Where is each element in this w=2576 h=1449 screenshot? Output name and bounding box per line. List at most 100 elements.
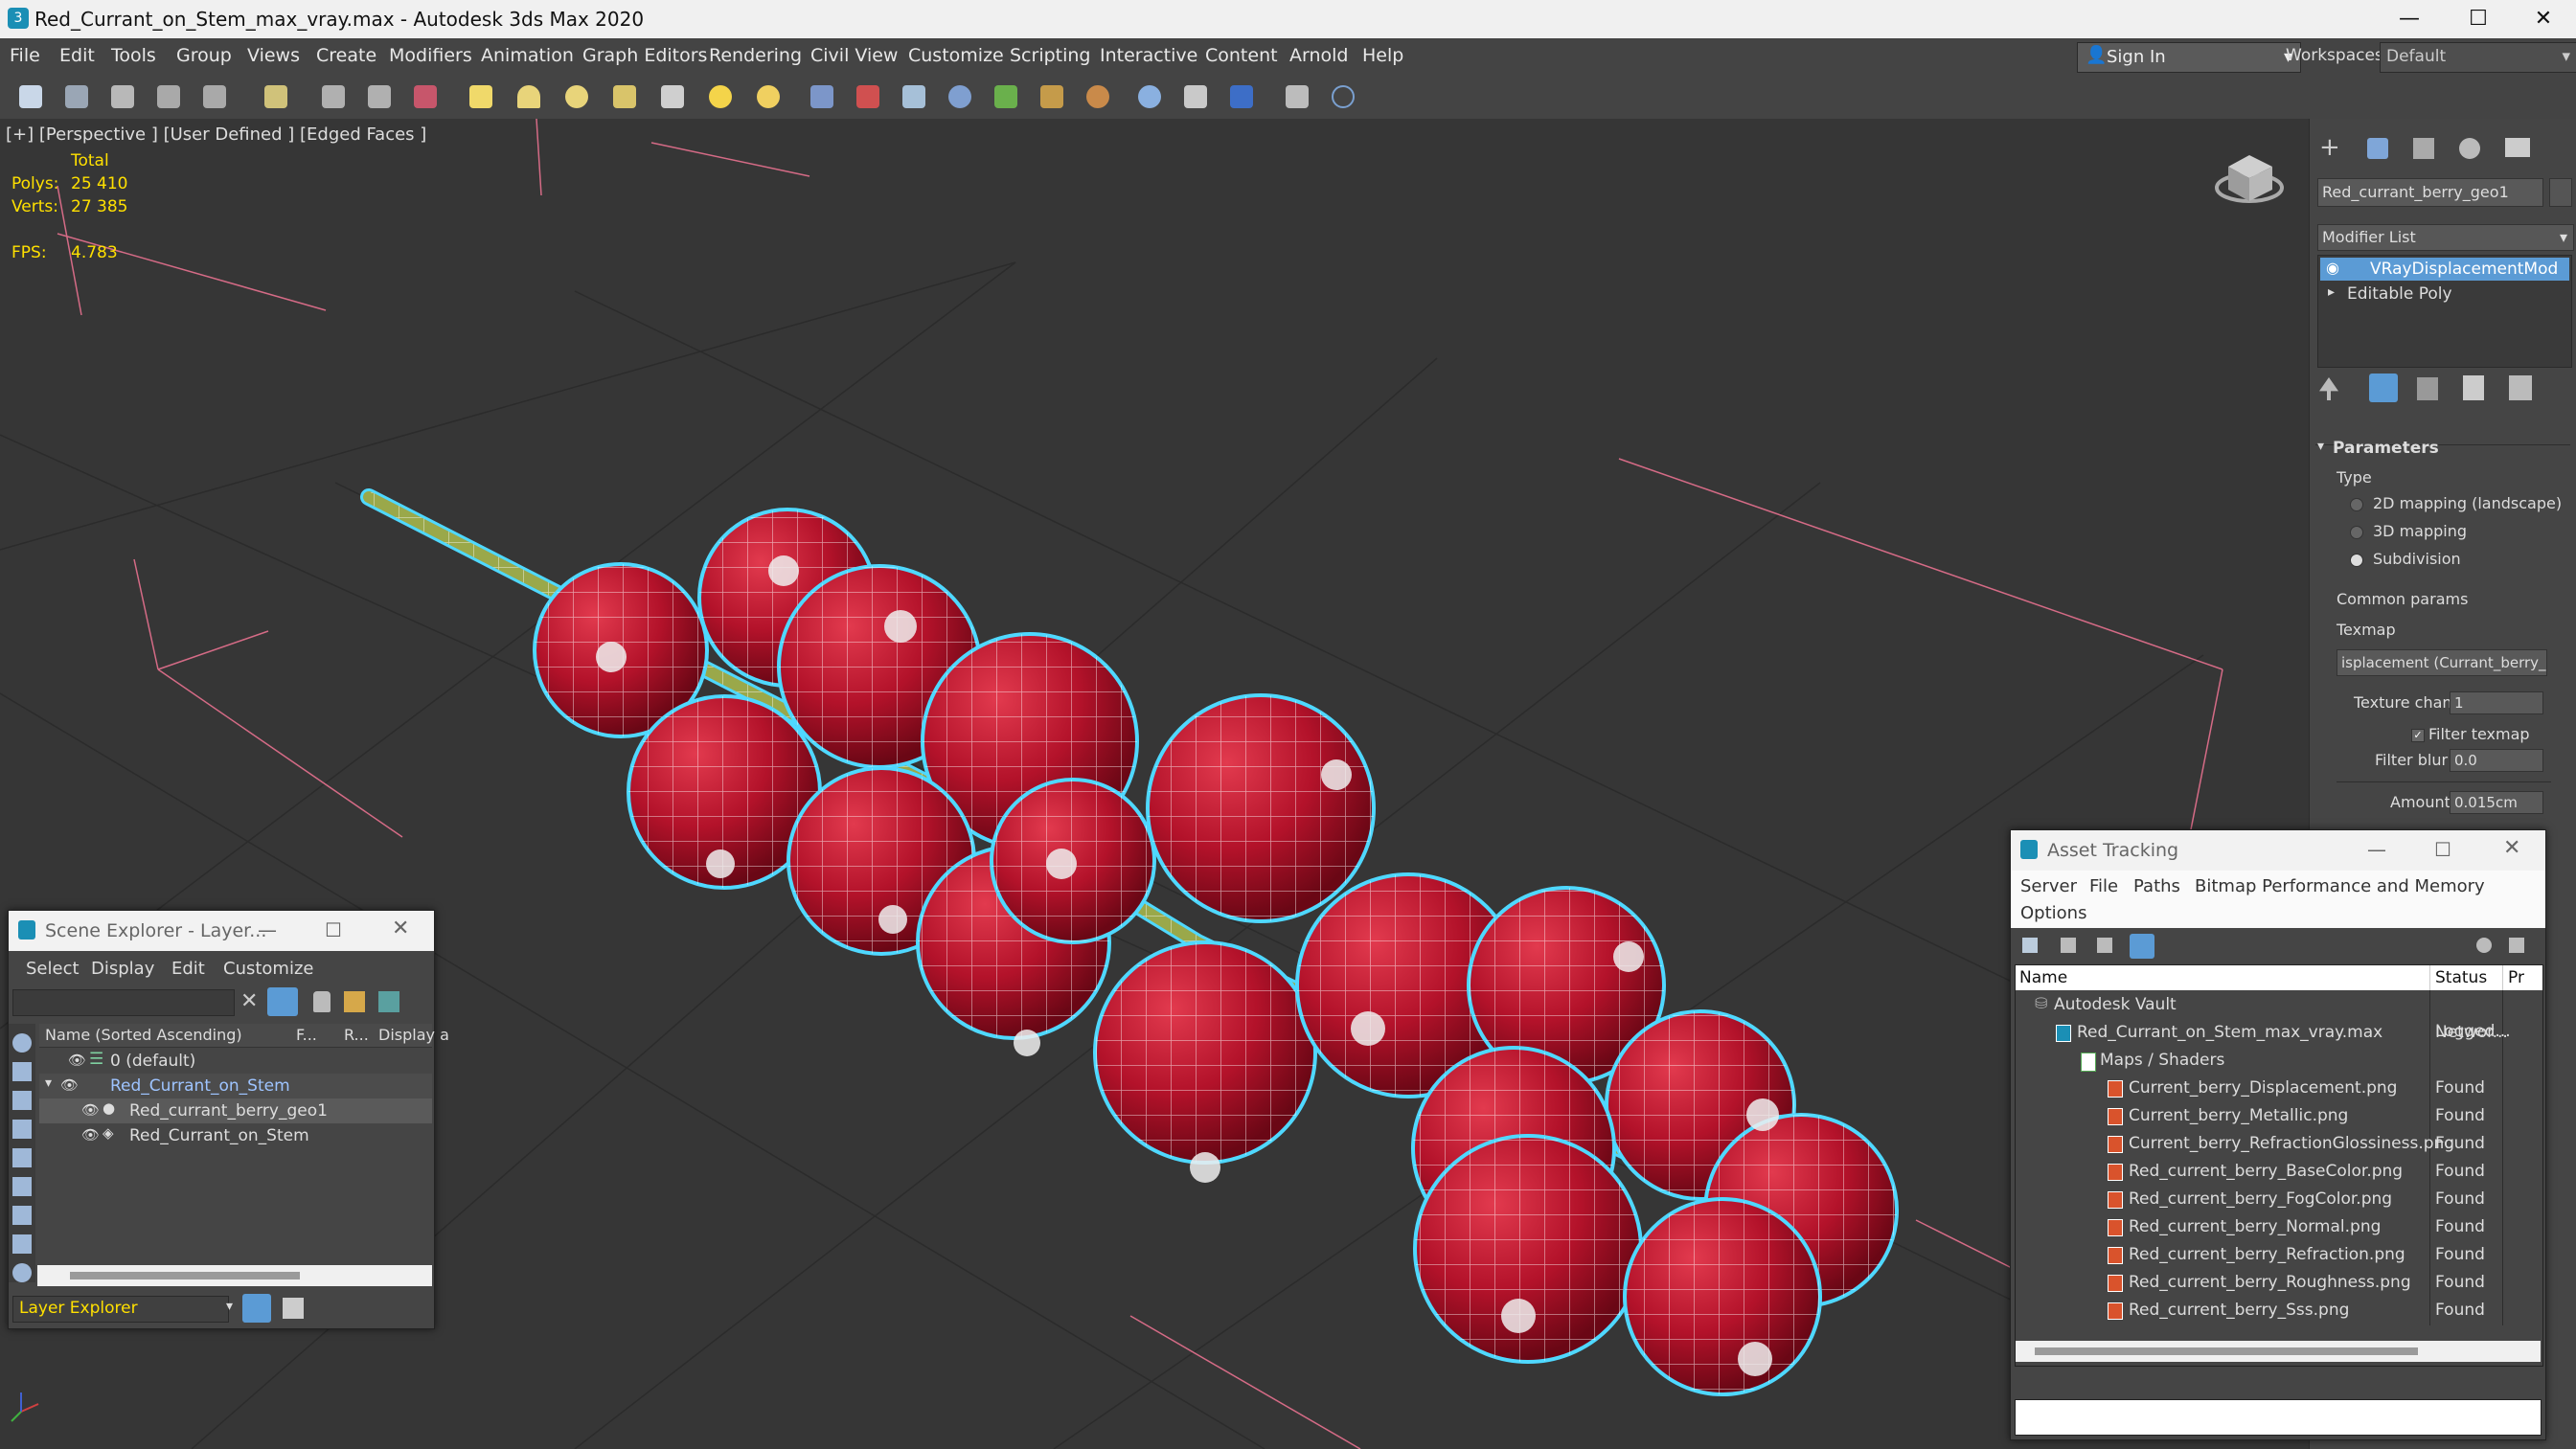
menu-file[interactable]: File [2089, 876, 2118, 896]
column-status[interactable]: Status [2435, 968, 2487, 987]
menu-rendering[interactable]: Rendering [709, 45, 802, 66]
eye-icon[interactable]: 👁 [81, 1126, 100, 1143]
workspaces-dropdown[interactable]: Default ▾ [2380, 42, 2576, 73]
geosphere-icon[interactable] [565, 85, 588, 108]
refresh-icon[interactable] [2022, 938, 2038, 953]
option-3d-mapping[interactable]: 3D mapping [2373, 522, 2467, 540]
table-row[interactable]: Red_current_berry_Refraction.png Found [2016, 1242, 2542, 1269]
table-row[interactable]: ⛁ Autodesk Vault Logged... [2016, 992, 2542, 1041]
minimize-button[interactable]: — [2376, 0, 2443, 38]
render-icon[interactable] [1230, 85, 1253, 108]
menu-modifiers[interactable]: Modifiers [389, 45, 472, 66]
close-button[interactable]: ✕ [392, 917, 409, 940]
undo-icon[interactable] [19, 85, 42, 108]
cylinder-icon[interactable] [613, 85, 636, 108]
motion-tab-icon[interactable] [2459, 138, 2480, 159]
render-setup-icon[interactable] [1138, 85, 1161, 108]
collapse-arrow-icon[interactable]: ▾ [2317, 439, 2324, 454]
display-lights-icon[interactable] [12, 1120, 32, 1139]
menu-options[interactable]: Options [2020, 903, 2086, 923]
explorer-type-dropdown[interactable]: Layer Explorer ▾ [12, 1296, 233, 1323]
table-row[interactable]: Red_current_berry_FogColor.png Found [2016, 1187, 2542, 1213]
light-icon[interactable] [709, 85, 732, 108]
tree-row[interactable]: ▾ 👁 Red_Currant_on_Stem [39, 1074, 432, 1098]
align-icon[interactable] [902, 85, 925, 108]
table-row[interactable]: Current_berry_RefractionGlossiness.png F… [2016, 1131, 2542, 1158]
menu-edit[interactable]: Edit [171, 959, 205, 979]
viewport-label[interactable]: [+] [Perspective ] [User Defined ] [Edge… [6, 125, 426, 145]
horizontal-scrollbar[interactable] [2016, 1341, 2541, 1362]
option-2d-mapping[interactable]: 2D mapping (landscape) [2373, 494, 2562, 512]
menu-select[interactable]: Select [26, 959, 80, 979]
eye-icon[interactable]: 👁 [60, 1076, 79, 1094]
menu-display[interactable]: Display [91, 959, 154, 979]
object-color-swatch[interactable] [2549, 178, 2572, 207]
eye-icon[interactable]: ◉ [2326, 259, 2339, 277]
minimize-button[interactable]: — [2367, 838, 2386, 861]
modify-tab-icon[interactable] [2367, 138, 2388, 159]
cone-icon[interactable] [661, 85, 684, 108]
texture-chan-spinner[interactable]: 1 [2450, 691, 2543, 714]
menu-bitmap-performance[interactable]: Bitmap Performance and Memory [2195, 876, 2485, 896]
sphere-icon[interactable] [517, 85, 540, 108]
redo-icon[interactable] [65, 85, 88, 108]
column-freeze[interactable]: F... [296, 1026, 317, 1044]
menu-animation[interactable]: Animation [481, 45, 574, 66]
hierarchy-tab-icon[interactable] [2413, 138, 2434, 159]
rendered-frame-icon[interactable] [1184, 85, 1207, 108]
layer-view-icon[interactable] [242, 1294, 271, 1323]
hierarchy-view-icon[interactable] [283, 1298, 304, 1319]
filter-icon[interactable] [267, 987, 298, 1016]
remove-modifier-icon[interactable] [2463, 375, 2484, 400]
display-shapes-icon[interactable] [12, 1091, 32, 1110]
help-icon[interactable] [1332, 85, 1355, 108]
maximize-button[interactable]: ☐ [2445, 0, 2512, 38]
select-rotate-icon[interactable] [368, 85, 391, 108]
menu-graph-editors[interactable]: Graph Editors [582, 45, 707, 66]
column-name[interactable]: Name [2019, 968, 2067, 987]
menu-arnold[interactable]: Arnold [1289, 45, 1348, 66]
menu-customize[interactable]: Customize [223, 959, 313, 979]
scene-explorer-titlebar[interactable]: Scene Explorer - Layer... — ☐ ✕ [9, 911, 434, 951]
close-button[interactable]: ✕ [2503, 836, 2520, 860]
column-name[interactable]: Name (Sorted Ascending) [45, 1026, 242, 1044]
material-editor-icon[interactable] [1086, 85, 1109, 108]
menu-paths[interactable]: Paths [2133, 876, 2180, 896]
schematic-view-icon[interactable] [1040, 85, 1063, 108]
column-proxy[interactable]: Pr [2508, 968, 2524, 987]
settings-icon[interactable] [2509, 938, 2524, 953]
lock-icon[interactable] [313, 991, 331, 1012]
table-row[interactable]: Red_current_berry_BaseColor.png Found [2016, 1159, 2542, 1186]
filter-blur-spinner[interactable]: 0.0 [2450, 749, 2543, 772]
snap-icon[interactable] [810, 85, 833, 108]
menu-file[interactable]: File [10, 45, 40, 66]
menu-tools[interactable]: Tools [111, 45, 156, 66]
radio-2d-mapping[interactable] [2350, 498, 2363, 511]
tree-view-icon[interactable] [2097, 938, 2112, 953]
menu-server[interactable]: Server [2020, 876, 2077, 896]
eye-icon[interactable]: 👁 [81, 1101, 100, 1119]
display-spacewarps-icon[interactable] [12, 1206, 32, 1225]
amount-spinner[interactable]: 0.015cm [2450, 791, 2543, 814]
scrollbar-thumb[interactable] [70, 1272, 300, 1279]
ribbon-icon[interactable] [1286, 85, 1309, 108]
maximize-button[interactable]: ☐ [325, 918, 342, 941]
table-row[interactable]: Red_current_berry_Sss.png Found [2016, 1298, 2542, 1324]
add-to-layer-icon[interactable] [378, 991, 399, 1012]
close-button[interactable]: ✕ [2510, 0, 2576, 38]
menu-help[interactable]: Help [1362, 45, 1403, 66]
menu-create[interactable]: Create [316, 45, 376, 66]
configure-modifier-sets-icon[interactable] [2509, 375, 2532, 400]
filter-texmap-label[interactable]: Filter texmap [2428, 725, 2530, 743]
link-icon[interactable] [111, 85, 134, 108]
unlink-icon[interactable] [157, 85, 180, 108]
menu-content[interactable]: Content [1205, 45, 1278, 66]
path-input[interactable] [2015, 1399, 2542, 1436]
menu-customize[interactable]: Customize [908, 45, 1004, 66]
display-helpers-icon[interactable] [12, 1177, 32, 1196]
stack-item-editable-poly[interactable]: ▸ Editable Poly [2320, 283, 2569, 306]
mirror-icon[interactable] [856, 85, 879, 108]
menu-scripting[interactable]: Scripting [1010, 45, 1091, 66]
tree-row[interactable]: 👁 ● Red_currant_berry_geo1 [39, 1098, 432, 1123]
texmap-button[interactable]: isplacement (Currant_berry_D [2337, 649, 2547, 676]
